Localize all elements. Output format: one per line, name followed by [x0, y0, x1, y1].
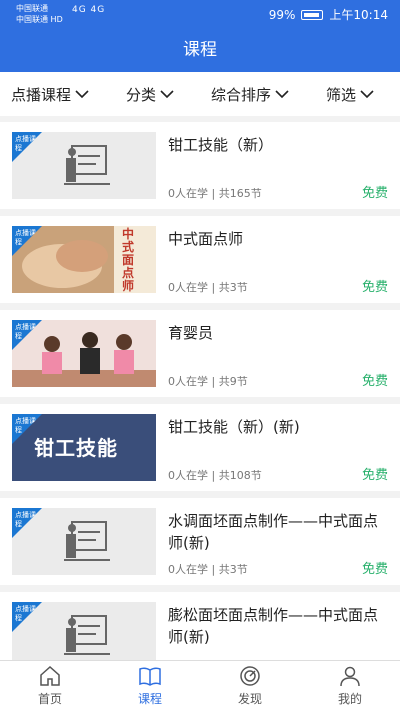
- course-thumbnail: 中式面点师 点播课程: [12, 226, 156, 293]
- tab-me[interactable]: 我的: [300, 661, 400, 710]
- bottom-tab-bar: 首页 课程 发现 我的: [0, 660, 400, 710]
- course-thumbnail: 钳工技能 点播课程: [12, 414, 156, 481]
- battery-percent: 99%: [268, 7, 296, 22]
- course-thumbnail: 点播课程: [12, 320, 156, 387]
- hd-label: HD: [50, 15, 63, 24]
- chevron-down-icon: [360, 90, 374, 99]
- filter-sort[interactable]: 综合排序: [200, 72, 300, 116]
- course-price: 免费: [361, 186, 388, 201]
- course-meta: 0人在学 | 共165节: [168, 187, 262, 200]
- course-meta: 0人在学 | 共108节: [168, 469, 262, 482]
- course-price: 免费: [361, 468, 388, 483]
- course-thumbnail: 点播课程: [12, 602, 156, 660]
- presentation-placeholder-icon: [64, 521, 110, 561]
- course-title[interactable]: 膨松面坯面点制作——中式面点师(新): [168, 604, 388, 648]
- status-bar: 中国联通 中国联通 HD 4G 4G 99% 上午10:14: [0, 0, 400, 28]
- course-card[interactable]: 点播课程 水调面坯面点制作——中式面点师(新) 0人在学 | 共3节 免费: [0, 498, 400, 585]
- tab-discover[interactable]: 发现: [200, 661, 300, 710]
- signal-icon: 4G 4G: [72, 5, 106, 15]
- filter-label: 点播课程: [10, 85, 71, 104]
- book-icon: [139, 667, 161, 686]
- course-meta: 0人在学 | 共3节: [168, 281, 248, 294]
- course-price: 免费: [361, 374, 388, 389]
- home-icon: [40, 665, 60, 686]
- chevron-down-icon: [275, 90, 289, 99]
- carrier-1: 中国联通: [16, 4, 48, 13]
- presentation-placeholder-icon: [64, 615, 110, 655]
- course-list[interactable]: 点播课程 钳工技能（新） 0人在学 | 共165节 免费 中式面点师 点播课程 …: [0, 122, 400, 660]
- filter-label: 筛选: [325, 85, 356, 104]
- clock-time: 上午10:14: [329, 8, 388, 22]
- user-icon: [340, 666, 360, 687]
- filter-screen[interactable]: 筛选: [300, 72, 400, 116]
- discover-icon: [240, 666, 260, 686]
- course-price: 免费: [361, 280, 388, 295]
- course-title[interactable]: 育婴员: [168, 322, 388, 344]
- course-card[interactable]: 中式面点师 点播课程 中式面点师 0人在学 | 共3节 免费: [0, 216, 400, 303]
- page-title: 课程: [0, 28, 400, 72]
- course-title[interactable]: 钳工技能（新）(新): [168, 416, 388, 438]
- course-title[interactable]: 水调面坯面点制作——中式面点师(新): [168, 510, 388, 554]
- course-price: 免费: [361, 562, 388, 577]
- tab-label: 课程: [137, 692, 162, 706]
- course-card[interactable]: 点播课程 膨松面坯面点制作——中式面点师(新): [0, 592, 400, 660]
- course-card[interactable]: 点播课程 育婴员 0人在学 | 共9节 免费: [0, 310, 400, 397]
- carrier-2: 中国联通: [16, 15, 48, 24]
- banner-text: 钳工技能: [34, 436, 118, 460]
- course-card[interactable]: 钳工技能 点播课程 钳工技能（新）(新) 0人在学 | 共108节 免费: [0, 404, 400, 491]
- tab-label: 首页: [37, 692, 62, 706]
- course-title[interactable]: 钳工技能（新）: [168, 134, 388, 156]
- course-card[interactable]: 点播课程 钳工技能（新） 0人在学 | 共165节 免费: [0, 122, 400, 209]
- course-thumbnail: 点播课程: [12, 508, 156, 575]
- pastry-overlay-text: 中式面点师: [122, 227, 135, 293]
- filter-label: 综合排序: [210, 85, 271, 104]
- filter-course-type[interactable]: 点播课程: [0, 72, 100, 116]
- chevron-down-icon: [160, 90, 174, 99]
- status-right: 99% 上午10:14: [269, 6, 388, 23]
- nursery-photo: [12, 320, 156, 387]
- carrier-info: 中国联通 中国联通 HD: [16, 3, 63, 25]
- filter-category[interactable]: 分类: [100, 72, 200, 116]
- battery-icon: [301, 9, 324, 20]
- tab-label: 我的: [337, 692, 362, 706]
- filter-label: 分类: [125, 85, 156, 104]
- course-meta: 0人在学 | 共9节: [168, 375, 248, 388]
- course-meta: 0人在学 | 共3节: [168, 563, 248, 576]
- tab-courses[interactable]: 课程: [100, 661, 200, 710]
- tab-label: 发现: [237, 692, 262, 706]
- filter-bar: 点播课程 分类 综合排序 筛选: [0, 72, 400, 116]
- course-title[interactable]: 中式面点师: [168, 228, 388, 250]
- tab-home[interactable]: 首页: [0, 661, 100, 710]
- chevron-down-icon: [75, 90, 89, 99]
- course-thumbnail: 点播课程: [12, 132, 156, 199]
- presentation-placeholder-icon: [64, 145, 110, 185]
